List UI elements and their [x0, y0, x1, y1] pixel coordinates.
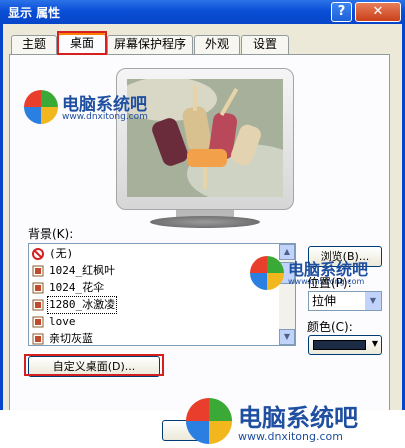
watermark-title: 电脑系统吧 — [238, 404, 358, 432]
monitor-stand-base — [150, 216, 260, 228]
close-button[interactable]: ✕ — [355, 2, 401, 22]
color-picker-button[interactable]: ▼ — [308, 335, 382, 355]
custom-desktop-button[interactable]: 自定义桌面(D)... — [28, 356, 160, 377]
list-item[interactable]: 1024_红枫叶 — [31, 263, 279, 279]
none-icon — [32, 248, 44, 260]
title-bar[interactable]: 显示 属性 ? ✕ — [0, 0, 405, 24]
tab-settings[interactable]: 设置 — [241, 35, 289, 54]
position-label: 位置(P): — [307, 276, 352, 290]
window-title: 显示 属性 — [8, 6, 61, 20]
list-item[interactable]: 1024_花伞 — [31, 280, 279, 296]
background-label: 背景(K): — [28, 227, 74, 241]
chevron-down-icon: ▼ — [371, 339, 378, 348]
color-label: 颜色(C): — [307, 320, 353, 334]
watermark-url: www.dnxitong.com — [238, 430, 343, 443]
watermark-logo-icon — [24, 90, 58, 124]
image-file-icon — [32, 282, 44, 294]
watermark-url: www.dnxitong.com — [62, 112, 148, 122]
watermark-bottom: 电脑系统吧 www.dnxitong.com — [186, 398, 401, 446]
image-file-icon — [32, 333, 44, 345]
tab-theme[interactable]: 主题 — [11, 35, 57, 54]
tab-appearance[interactable]: 外观 — [194, 35, 240, 54]
watermark-top: 电脑系统吧 www.dnxitong.com — [24, 90, 174, 126]
color-swatch — [313, 340, 366, 350]
scroll-down-icon[interactable]: ▼ — [279, 329, 295, 345]
image-file-icon — [32, 299, 44, 311]
chevron-down-icon[interactable]: ▼ — [365, 292, 381, 310]
list-item[interactable]: love — [31, 314, 279, 330]
tab-screensaver[interactable]: 屏幕保护程序 — [107, 35, 193, 54]
position-select[interactable]: 拉伸 ▼ — [308, 291, 382, 311]
watermark-logo-icon — [186, 398, 232, 444]
help-button[interactable]: ? — [331, 2, 352, 22]
tab-desktop[interactable]: 桌面 — [58, 33, 106, 55]
list-item[interactable]: 亲切灰蓝 — [31, 331, 279, 345]
watermark-logo-icon — [250, 256, 284, 290]
list-item-selected[interactable]: 1280_冰激凌 — [31, 296, 279, 314]
image-file-icon — [32, 316, 44, 328]
image-file-icon — [32, 265, 44, 277]
position-value: 拉伸 — [312, 294, 337, 308]
list-item[interactable]: (无) — [31, 246, 279, 262]
